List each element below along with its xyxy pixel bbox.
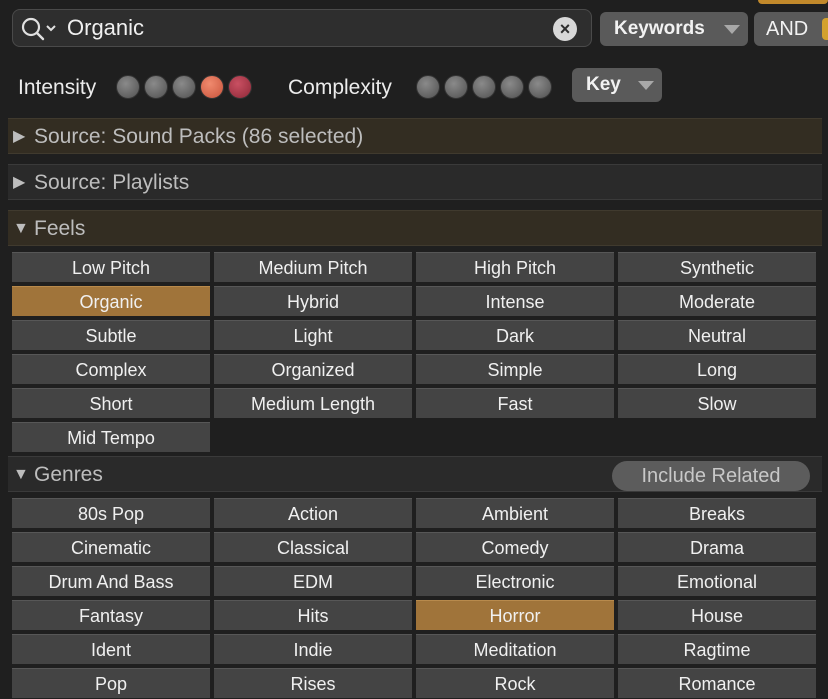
- genres-grid: 80s Pop Action Ambient Breaks Cinematic Class…: [12, 498, 822, 698]
- genre-tag[interactable]: Meditation: [416, 634, 614, 664]
- section-sound-packs[interactable]: ▶ Source: Sound Packs (86 selected): [8, 118, 822, 154]
- feel-tag[interactable]: Long: [618, 354, 816, 384]
- feel-tag[interactable]: Subtle: [12, 320, 210, 350]
- genre-tag[interactable]: Fantasy: [12, 600, 210, 630]
- section-title: Source: Sound Packs (86 selected): [34, 125, 364, 148]
- complexity-dot[interactable]: [416, 75, 440, 99]
- intensity-dot[interactable]: [144, 75, 168, 99]
- complexity-dot[interactable]: [528, 75, 552, 99]
- feel-tag[interactable]: Intense: [416, 286, 614, 316]
- search-field[interactable]: ×: [12, 9, 592, 47]
- section-title: Source: Playlists: [34, 171, 190, 194]
- genre-tag[interactable]: Action: [214, 498, 412, 528]
- intensity-dot[interactable]: [200, 75, 224, 99]
- section-playlists[interactable]: ▶ Source: Playlists: [8, 164, 822, 200]
- genre-tag[interactable]: Horror: [416, 600, 614, 630]
- genre-tag[interactable]: Comedy: [416, 532, 614, 562]
- feel-tag[interactable]: Neutral: [618, 320, 816, 350]
- genre-tag[interactable]: Ragtime: [618, 634, 816, 664]
- disclosure-right-icon: ▶: [13, 128, 26, 145]
- feel-tag[interactable]: Complex: [12, 354, 210, 384]
- complexity-dot[interactable]: [444, 75, 468, 99]
- genre-tag[interactable]: Indie: [214, 634, 412, 664]
- feel-tag[interactable]: Organized: [214, 354, 412, 384]
- feel-tag[interactable]: Medium Pitch: [214, 252, 412, 282]
- genre-tag[interactable]: Rock: [416, 668, 614, 698]
- genre-tag[interactable]: Hits: [214, 600, 412, 630]
- feels-grid: Low Pitch Medium Pitch High Pitch Synthetic…: [12, 252, 822, 452]
- feel-tag[interactable]: Fast: [416, 388, 614, 418]
- keywords-dropdown[interactable]: Keywords: [600, 12, 748, 46]
- disclosure-down-icon: ▼: [13, 220, 29, 237]
- search-icon[interactable]: [20, 16, 60, 42]
- feel-tag[interactable]: Mid Tempo: [12, 422, 210, 452]
- genre-tag[interactable]: Emotional: [618, 566, 816, 596]
- genre-tag[interactable]: 80s Pop: [12, 498, 210, 528]
- include-related-button[interactable]: Include Related: [612, 461, 810, 491]
- disclosure-right-icon: ▶: [13, 174, 26, 191]
- key-dropdown[interactable]: Key: [572, 68, 662, 102]
- keywords-label: Keywords: [614, 18, 705, 39]
- intensity-dot[interactable]: [116, 75, 140, 99]
- complexity-dot[interactable]: [500, 75, 524, 99]
- genre-tag[interactable]: Ident: [12, 634, 210, 664]
- section-title: Genres: [34, 463, 103, 486]
- genre-tag[interactable]: Romance: [618, 668, 816, 698]
- and-toggle-button[interactable]: AND: [754, 12, 828, 46]
- genre-tag[interactable]: Rises: [214, 668, 412, 698]
- feel-tag[interactable]: Light: [214, 320, 412, 350]
- disclosure-down-icon: ▼: [13, 466, 29, 483]
- intensity-dot[interactable]: [228, 75, 252, 99]
- top-bar: × Keywords AND: [0, 0, 828, 62]
- chevron-down-icon: [638, 81, 654, 90]
- feel-tag[interactable]: Medium Length: [214, 388, 412, 418]
- genre-tag[interactable]: House: [618, 600, 816, 630]
- section-title: Feels: [34, 217, 86, 240]
- genre-tag[interactable]: Electronic: [416, 566, 614, 596]
- feel-tag[interactable]: Slow: [618, 388, 816, 418]
- feel-tag[interactable]: High Pitch: [416, 252, 614, 282]
- genre-tag[interactable]: Drama: [618, 532, 816, 562]
- toggle-indicator: [822, 18, 828, 40]
- feel-tag[interactable]: Organic: [12, 286, 210, 316]
- intensity-label: Intensity: [18, 76, 97, 99]
- complexity-dot[interactable]: [472, 75, 496, 99]
- feel-tag[interactable]: Moderate: [618, 286, 816, 316]
- genre-tag[interactable]: Cinematic: [12, 532, 210, 562]
- feel-tag[interactable]: Low Pitch: [12, 252, 210, 282]
- complexity-label: Complexity: [288, 76, 392, 99]
- genre-tag[interactable]: Ambient: [416, 498, 614, 528]
- genre-tag[interactable]: Classical: [214, 532, 412, 562]
- feel-tag[interactable]: Short: [12, 388, 210, 418]
- search-input[interactable]: [67, 14, 547, 42]
- active-indicator: [758, 0, 828, 4]
- chevron-down-icon: [724, 25, 740, 34]
- intensity-dot[interactable]: [172, 75, 196, 99]
- and-label: AND: [766, 18, 809, 40]
- genre-tag[interactable]: Breaks: [618, 498, 816, 528]
- genre-tag[interactable]: Pop: [12, 668, 210, 698]
- clear-search-icon[interactable]: ×: [553, 17, 577, 41]
- filter-row: Intensity Complexity Key: [0, 62, 828, 114]
- genre-tag[interactable]: Drum And Bass: [12, 566, 210, 596]
- feel-tag[interactable]: Simple: [416, 354, 614, 384]
- key-label: Key: [586, 74, 621, 95]
- section-feels[interactable]: ▼ Feels: [8, 210, 822, 246]
- feel-tag[interactable]: Hybrid: [214, 286, 412, 316]
- genre-tag[interactable]: EDM: [214, 566, 412, 596]
- feel-tag[interactable]: Synthetic: [618, 252, 816, 282]
- feel-tag[interactable]: Dark: [416, 320, 614, 350]
